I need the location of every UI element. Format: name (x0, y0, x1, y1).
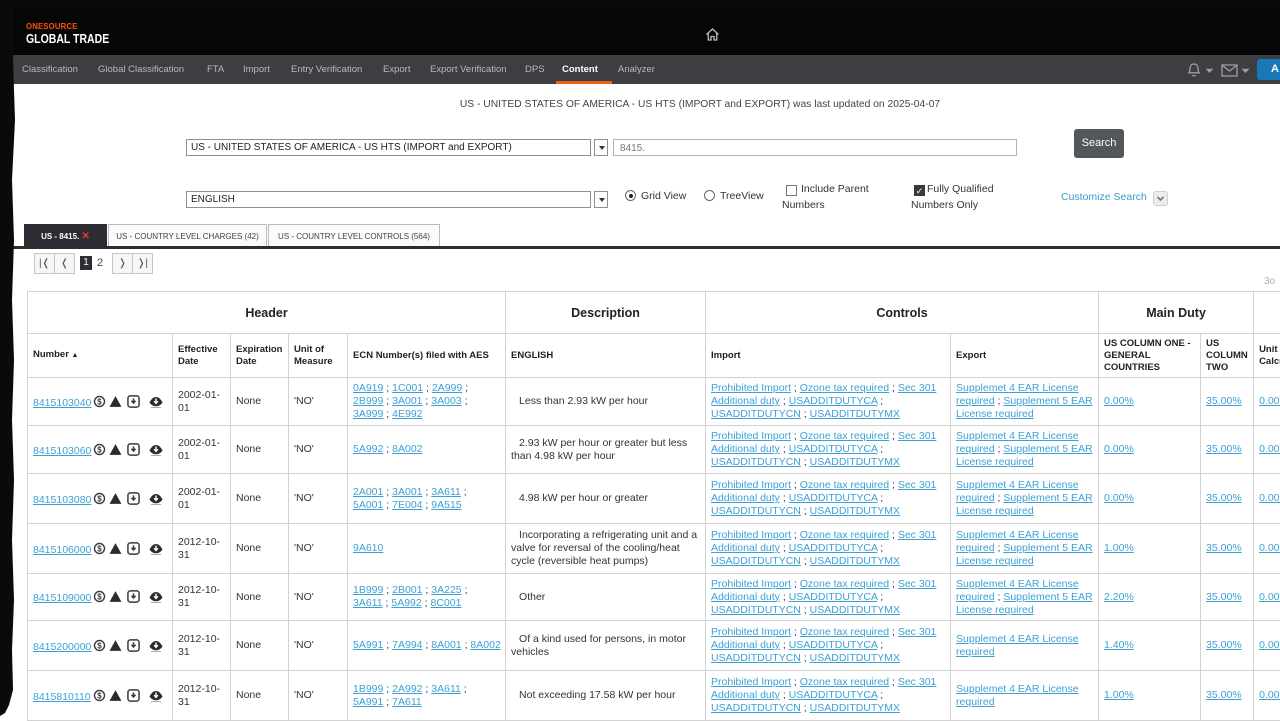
svg-text:$: $ (98, 494, 103, 503)
svg-text:$: $ (98, 445, 103, 454)
svg-text:$: $ (98, 397, 103, 406)
svg-text:$: $ (97, 691, 102, 700)
svg-text:$: $ (98, 544, 103, 553)
svg-text:$: $ (98, 641, 103, 650)
svg-text:$: $ (98, 592, 103, 601)
